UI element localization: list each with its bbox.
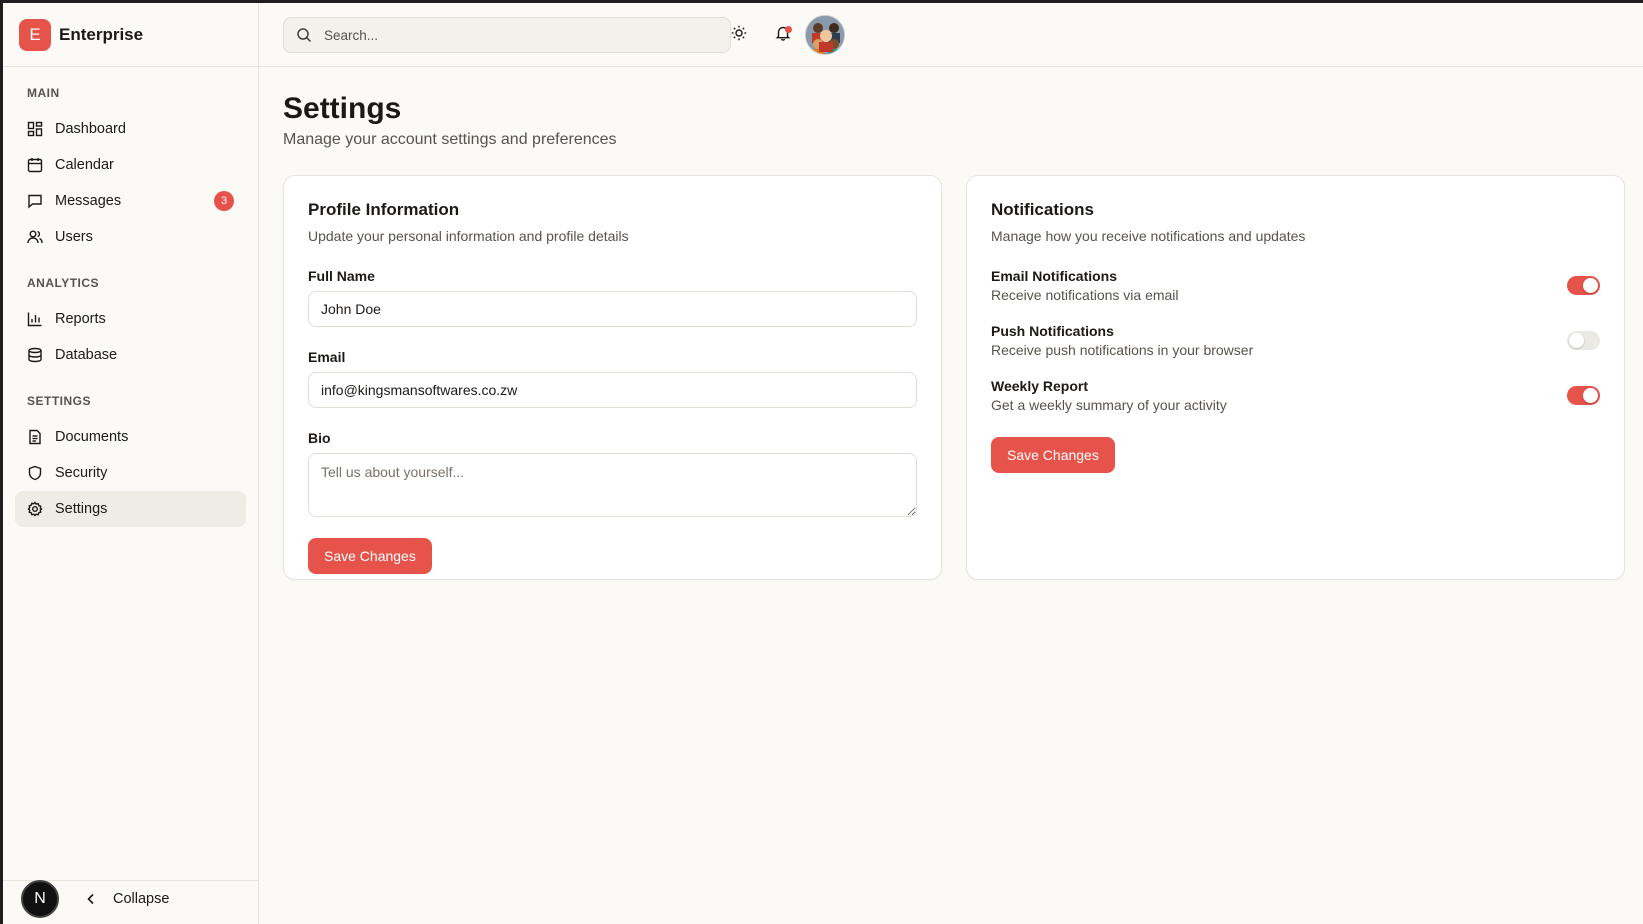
sidebar-item-calendar[interactable]: Calendar [15, 147, 246, 183]
messages-count-badge: 3 [214, 191, 234, 211]
sidebar-nav: MAIN Dashboard Calendar Messages 3 Users… [3, 67, 258, 527]
sidebar-item-label: Documents [55, 429, 129, 445]
dashboard-icon [27, 121, 43, 137]
email-notifications-row: Email Notifications Receive notification… [991, 268, 1600, 303]
sidebar-item-security[interactable]: Security [15, 455, 246, 491]
shield-icon [27, 465, 43, 481]
gear-icon [27, 501, 43, 517]
profile-card-description: Update your personal information and pro… [308, 228, 629, 244]
sidebar-item-label: Dashboard [55, 121, 126, 137]
bio-label: Bio [308, 430, 331, 446]
save-notifications-button[interactable]: Save Changes [991, 437, 1115, 473]
toggle-knob [1583, 278, 1598, 293]
sidebar: E Enterprise MAIN Dashboard Calendar Mes… [3, 3, 259, 924]
profile-card: Profile Information Update your personal… [283, 175, 942, 580]
full-name-field[interactable] [308, 291, 917, 327]
notifications-card-title: Notifications [991, 200, 1094, 219]
nav-section-settings: SETTINGS Documents Security Settings [15, 391, 246, 527]
bio-field[interactable] [308, 453, 917, 517]
toggle-description: Receive push notifications in your brows… [991, 342, 1254, 358]
nav-heading: ANALYTICS [27, 276, 100, 290]
collapse-button[interactable]: Collapse [83, 891, 169, 907]
top-header [259, 3, 1643, 67]
sidebar-item-label: Database [55, 347, 118, 363]
nav-section-main: MAIN Dashboard Calendar Messages 3 Users [15, 83, 246, 255]
notifications-card: Notifications Manage how you receive not… [966, 175, 1625, 580]
notification-dot [785, 26, 792, 33]
document-icon [27, 429, 43, 445]
nav-section-analytics: ANALYTICS Reports Database [15, 273, 246, 373]
full-name-label: Full Name [308, 268, 375, 284]
toggle-knob [1569, 333, 1584, 348]
toggle-description: Get a weekly summary of your activity [991, 397, 1227, 413]
nav-heading: MAIN [27, 86, 60, 100]
sidebar-item-label: Messages [55, 193, 122, 209]
sidebar-item-label: Security [55, 465, 108, 481]
search-icon [296, 27, 312, 43]
sidebar-item-label: Calendar [55, 157, 114, 173]
push-notifications-toggle[interactable] [1567, 331, 1600, 350]
sidebar-item-settings[interactable]: Settings [15, 491, 246, 527]
toggle-title: Push Notifications [991, 323, 1114, 339]
sidebar-item-label: Settings [55, 501, 108, 517]
toggle-title: Email Notifications [991, 268, 1118, 284]
weekly-report-toggle[interactable] [1567, 386, 1600, 405]
search-bar[interactable] [283, 17, 731, 53]
nav-heading: SETTINGS [27, 394, 92, 408]
sidebar-item-messages[interactable]: Messages 3 [15, 183, 246, 219]
avatar[interactable] [805, 15, 845, 55]
toggle-knob [1583, 388, 1598, 403]
sidebar-item-database[interactable]: Database [15, 337, 246, 373]
sidebar-item-users[interactable]: Users [15, 219, 246, 255]
email-field[interactable] [308, 372, 917, 408]
main-content: Settings Manage your account settings an… [259, 67, 1643, 924]
users-icon [27, 229, 43, 245]
search-input[interactable] [324, 27, 704, 43]
email-label: Email [308, 349, 346, 365]
brand[interactable]: E Enterprise [3, 3, 258, 67]
save-profile-button[interactable]: Save Changes [308, 538, 432, 574]
sidebar-item-documents[interactable]: Documents [15, 419, 246, 455]
message-icon [27, 193, 43, 209]
collapse-label: Collapse [113, 891, 170, 907]
sidebar-item-reports[interactable]: Reports [15, 301, 246, 337]
page-subtitle: Manage your account settings and prefere… [283, 131, 617, 148]
sidebar-item-dashboard[interactable]: Dashboard [15, 111, 246, 147]
database-icon [27, 347, 43, 363]
toggle-description: Receive notifications via email [991, 287, 1179, 303]
sidebar-item-label: Reports [55, 311, 106, 327]
push-notifications-row: Push Notifications Receive push notifica… [991, 323, 1600, 358]
profile-card-title: Profile Information [308, 200, 460, 219]
notifications-card-description: Manage how you receive notifications and… [991, 228, 1306, 244]
notifications-button[interactable] [765, 17, 801, 53]
page-title: Settings [283, 92, 402, 125]
bar-chart-icon [27, 311, 43, 327]
brand-name: Enterprise [59, 24, 144, 44]
sidebar-item-label: Users [55, 229, 93, 245]
settings-cards: Profile Information Update your personal… [283, 175, 1625, 580]
calendar-icon [27, 157, 43, 173]
toggle-title: Weekly Report [991, 378, 1088, 394]
email-notifications-toggle[interactable] [1567, 276, 1600, 295]
sidebar-footer: N Collapse [3, 880, 258, 924]
theme-toggle-button[interactable] [721, 17, 757, 53]
next-dev-badge[interactable]: N [21, 880, 59, 918]
sun-icon [731, 25, 747, 46]
weekly-report-row: Weekly Report Get a weekly summary of yo… [991, 378, 1600, 413]
brand-logo: E [19, 18, 51, 51]
chevron-left-icon [83, 891, 99, 907]
